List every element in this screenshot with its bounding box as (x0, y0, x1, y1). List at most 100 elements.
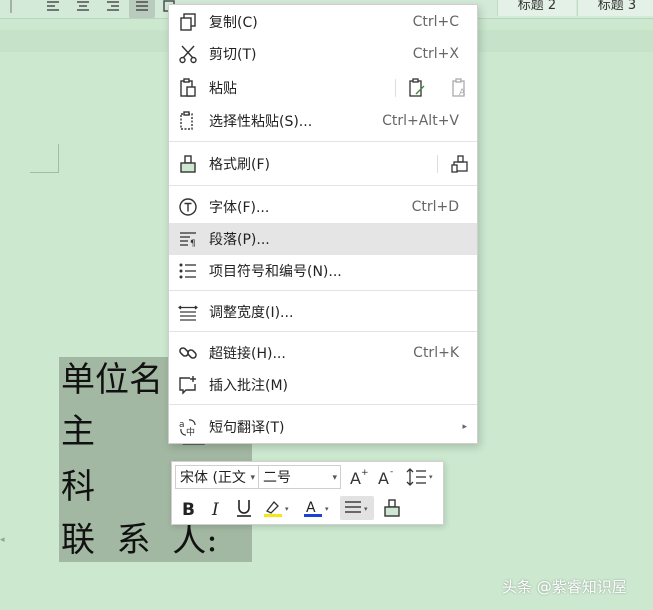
decrease-font-button[interactable]: A- (375, 465, 399, 489)
font-color-icon: A ▾ (304, 500, 329, 517)
menu-item-paste-special[interactable]: 选择性粘贴(S)... Ctrl+Alt+V (169, 105, 477, 137)
menu-item-label: 剪切(T) (209, 47, 257, 63)
menu-item-copy[interactable]: 复制(C) Ctrl+C (169, 6, 477, 38)
font-icon (179, 198, 197, 216)
chevron-down-icon: ▾ (332, 473, 337, 483)
menu-item-font[interactable]: 字体(F)... Ctrl+D (169, 191, 477, 223)
format-painter-lock-icon[interactable] (450, 154, 470, 174)
font-name-value: 宋体 (正文 (180, 470, 246, 486)
menu-item-translate[interactable]: a中 短句翻译(T) ▸ (169, 411, 477, 443)
menu-item-paste[interactable]: 粘贴 A (169, 72, 477, 104)
svg-text:B: B (182, 500, 195, 518)
increase-font-icon: A + (350, 468, 369, 487)
link-icon (179, 347, 197, 359)
comment-icon (179, 376, 196, 395)
menu-item-shortcut: Ctrl+K (413, 345, 459, 361)
paste-icon (180, 78, 196, 97)
paste-text-only-icon[interactable]: A (450, 78, 470, 98)
menu-item-label: 复制(C) (209, 15, 258, 31)
justify-icon (136, 1, 148, 11)
menu-item-paragraph[interactable]: ¶ 段落(P)... (169, 223, 477, 255)
font-name-select[interactable]: 宋体 (正文 ▾ (175, 465, 259, 489)
menu-item-label: 短句翻译(T) (209, 420, 285, 436)
menu-separator (169, 185, 477, 186)
svg-text:+: + (361, 468, 369, 478)
italic-button[interactable]: I (204, 496, 228, 520)
style-heading3[interactable]: 标题 3 (577, 0, 653, 16)
menu-item-shortcut: Ctrl+Alt+V (382, 113, 459, 129)
font-size-select[interactable]: 二号 ▾ (258, 465, 341, 489)
align-right-button[interactable] (100, 0, 126, 18)
copy-icon (180, 13, 196, 31)
menu-item-label: 项目符号和编号(N)... (209, 264, 342, 280)
font-size-value: 二号 (263, 470, 291, 486)
menu-item-insert-comment[interactable]: 插入批注(M) (169, 369, 477, 401)
align-button[interactable]: ▾ (340, 496, 374, 520)
align-center-icon (77, 1, 89, 11)
align-right-icon (107, 1, 119, 11)
menu-item-shortcut: Ctrl+D (411, 199, 459, 215)
menu-item-label: 字体(F)... (209, 200, 270, 216)
left-arrow-mark: ◂ (0, 535, 5, 545)
line-spacing-icon: ▾ (406, 468, 433, 486)
bold-button[interactable]: B (176, 496, 200, 520)
doc-line-3[interactable]: 科 (61, 467, 95, 507)
menu-divider (437, 155, 438, 173)
menu-item-shortcut: Ctrl+X (412, 46, 459, 62)
paste-keep-format-icon[interactable] (407, 78, 427, 98)
underline-button[interactable] (232, 496, 256, 520)
svg-text:a: a (179, 420, 185, 430)
svg-text:▾: ▾ (429, 473, 433, 481)
translate-icon: a中 (179, 419, 196, 437)
menu-separator (169, 331, 477, 332)
font-color-button[interactable]: A ▾ (302, 496, 334, 520)
italic-icon: I (211, 500, 219, 518)
bold-icon: B (182, 500, 195, 518)
menu-item-format-painter[interactable]: 格式刷(F) (169, 148, 477, 180)
menu-item-label: 段落(P)... (209, 232, 270, 248)
svg-text:A: A (306, 500, 316, 516)
svg-text:▾: ▾ (285, 505, 289, 513)
menu-separator (169, 404, 477, 405)
paste-special-icon (180, 111, 193, 130)
adjust-width-icon (178, 305, 198, 321)
align-left-button[interactable] (40, 0, 66, 18)
highlight-icon: ▾ (264, 501, 289, 517)
menu-item-shortcut: Ctrl+C (412, 14, 459, 30)
doc-line-1[interactable]: 单位名 (61, 360, 163, 400)
svg-text:-: - (390, 467, 393, 477)
svg-text:A: A (459, 88, 466, 98)
menu-item-label: 调整宽度(I)... (209, 305, 294, 321)
svg-text:▾: ▾ (364, 505, 368, 513)
menu-item-cut[interactable]: 剪切(T) Ctrl+X (169, 38, 477, 70)
svg-text:A: A (378, 469, 389, 487)
menu-item-label: 超链接(H)... (209, 346, 286, 362)
justify-button[interactable] (129, 0, 155, 18)
chevron-down-icon: ▾ (250, 473, 255, 483)
increase-font-button[interactable]: A + (347, 465, 371, 489)
format-painter-icon (180, 155, 196, 173)
svg-text:¶: ¶ (190, 239, 196, 249)
align-left-icon (47, 1, 59, 11)
doc-line-4[interactable]: 联 系 人: (61, 520, 218, 560)
bullets-icon (179, 263, 196, 279)
svg-text:▾: ▾ (325, 505, 329, 513)
justify-icon: ▾ (345, 501, 368, 513)
svg-text:A: A (350, 469, 361, 487)
menu-separator (169, 290, 477, 291)
paragraph-icon: ¶ (180, 232, 196, 249)
svg-text:中: 中 (186, 426, 195, 437)
highlight-button[interactable]: ▾ (262, 496, 294, 520)
decrease-font-icon: A- (378, 467, 393, 487)
menu-item-adjust-width[interactable]: 调整宽度(I)... (169, 296, 477, 328)
align-center-button[interactable] (70, 0, 96, 18)
submenu-arrow-icon: ▸ (462, 422, 467, 432)
style-heading2[interactable]: 标题 2 (497, 0, 576, 16)
doc-line-2a[interactable]: 主 (61, 412, 95, 452)
format-painter-button[interactable] (380, 496, 404, 520)
menu-item-bullets[interactable]: 项目符号和编号(N)... (169, 255, 477, 287)
toolbar-divider-icon (0, 0, 26, 18)
menu-item-hyperlink[interactable]: 超链接(H)... Ctrl+K (169, 337, 477, 369)
menu-item-label: 选择性粘贴(S)... (209, 114, 313, 130)
line-spacing-button[interactable]: ▾ (403, 465, 439, 489)
